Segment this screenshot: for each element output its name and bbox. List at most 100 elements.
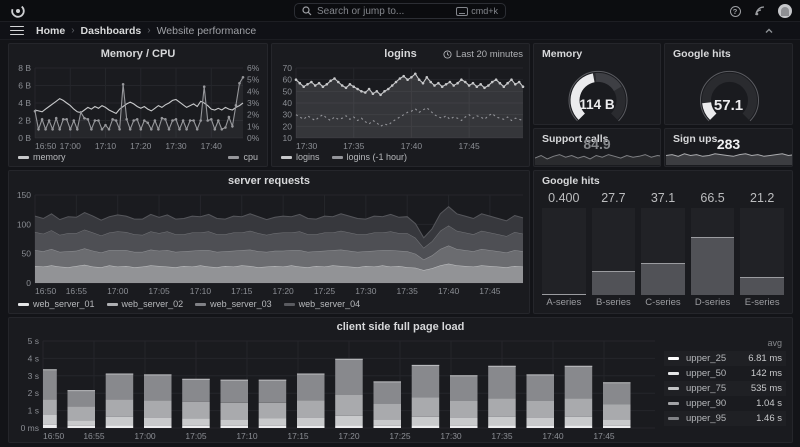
bar-gauge-label: E-series bbox=[744, 297, 780, 308]
bar-gauge-track bbox=[641, 208, 685, 295]
panel-title[interactable]: Memory / CPU bbox=[9, 48, 267, 60]
stat-value: 84.9 bbox=[583, 136, 611, 152]
legend-table-row[interactable]: upper_50 142 ms bbox=[664, 366, 786, 381]
legend-swatch bbox=[195, 302, 207, 306]
legend-avg-value: 6.81 ms bbox=[748, 353, 782, 364]
panel-sign-ups: Sign ups 283 bbox=[664, 128, 793, 167]
svg-text:17:15: 17:15 bbox=[287, 431, 309, 441]
legend-item[interactable]: memory bbox=[18, 152, 66, 162]
svg-text:16:50: 16:50 bbox=[35, 286, 57, 296]
news-icon[interactable] bbox=[753, 4, 767, 18]
memory-gauge[interactable] bbox=[534, 62, 661, 122]
legend-table-row[interactable]: upper_25 6.81 ms bbox=[664, 351, 786, 366]
svg-text:70: 70 bbox=[283, 64, 293, 73]
panel-title[interactable]: Google hits bbox=[542, 175, 600, 187]
bar-gauge-column[interactable]: 66.5 D-series bbox=[690, 191, 735, 308]
svg-text:4 B: 4 B bbox=[18, 98, 31, 108]
search-input[interactable] bbox=[317, 5, 452, 17]
legend-swatch bbox=[18, 302, 29, 306]
legend-table-row[interactable]: upper_95 1.46 s bbox=[664, 411, 786, 426]
bar-gauge-column[interactable]: 0.400 A-series bbox=[542, 191, 586, 308]
bar-gauge-fill bbox=[542, 294, 586, 295]
svg-text:10: 10 bbox=[283, 133, 293, 143]
logins-chart[interactable]: 1020304050607017:30 17:35 17:40 17:45 bbox=[272, 64, 530, 152]
bar-gauge-grid[interactable]: 0.400 A-series 27.7 B-series 37.1 C-series 66.… bbox=[542, 191, 784, 308]
bar-gauge-fill bbox=[740, 276, 784, 295]
legend-avg-value: 1.04 s bbox=[756, 398, 782, 409]
svg-text:2 s: 2 s bbox=[28, 388, 39, 398]
panel-support-calls: Support calls 84.9 bbox=[533, 128, 661, 167]
breadcrumb: Home › Dashboards › Website performance bbox=[36, 25, 256, 37]
chevron-up-icon[interactable] bbox=[764, 26, 774, 36]
bar-gauge-column[interactable]: 21.2 E-series bbox=[740, 191, 784, 308]
user-avatar[interactable] bbox=[778, 4, 792, 18]
svg-text:1 s: 1 s bbox=[28, 406, 39, 416]
legend-item[interactable]: web_server_02 bbox=[106, 299, 183, 309]
legend-table-row[interactable]: upper_90 1.04 s bbox=[664, 396, 786, 411]
breadcrumb-dashboards[interactable]: Dashboards bbox=[81, 25, 142, 37]
page-load-chart[interactable]: 0 ms 1 s 2 s 3 s 4 s 5 s 16:50 16:55 17:00 17:05 1… bbox=[9, 335, 661, 442]
svg-text:17:10: 17:10 bbox=[190, 286, 212, 296]
keyboard-icon bbox=[456, 6, 469, 16]
menu-icon[interactable] bbox=[10, 25, 24, 36]
legend-swatch bbox=[668, 372, 679, 375]
bar-gauge-track bbox=[740, 208, 784, 295]
svg-text:17:00: 17:00 bbox=[134, 431, 156, 441]
panel-title[interactable]: Google hits bbox=[673, 48, 731, 60]
legend-swatch bbox=[331, 155, 343, 159]
svg-text:1%: 1% bbox=[247, 121, 260, 131]
svg-text:3%: 3% bbox=[247, 98, 260, 108]
topbar-actions: ? bbox=[728, 0, 792, 22]
bar-gauge-column[interactable]: 27.7 B-series bbox=[591, 191, 636, 308]
breadcrumb-home[interactable]: Home bbox=[36, 25, 65, 37]
legend-item[interactable]: cpu bbox=[228, 152, 258, 162]
svg-text:0%: 0% bbox=[247, 133, 260, 143]
svg-text:17:45: 17:45 bbox=[479, 286, 501, 296]
svg-text:150: 150 bbox=[17, 191, 31, 200]
clock-icon bbox=[443, 50, 452, 59]
svg-text:17:30: 17:30 bbox=[440, 431, 462, 441]
svg-text:30: 30 bbox=[283, 110, 293, 120]
svg-text:17:45: 17:45 bbox=[593, 431, 615, 441]
legend-label: cpu bbox=[243, 152, 258, 162]
bar-gauge-track bbox=[591, 208, 636, 295]
legend-swatch bbox=[668, 417, 679, 420]
svg-text:17:05: 17:05 bbox=[148, 286, 170, 296]
panel-title[interactable]: client side full page load bbox=[9, 321, 792, 333]
legend-table-row[interactable]: upper_75 535 ms bbox=[664, 381, 786, 396]
time-range-indicator[interactable]: Last 20 minutes bbox=[443, 49, 523, 60]
server-requests-chart[interactable]: 0 50 100 150 16:50 16:55 17:00 17:05 17:10 17:15 1… bbox=[9, 191, 530, 297]
search-bar[interactable]: cmd+k bbox=[294, 3, 506, 19]
panel-title[interactable]: server requests bbox=[9, 175, 529, 187]
help-icon[interactable]: ? bbox=[728, 4, 742, 18]
svg-text:6 B: 6 B bbox=[18, 81, 31, 91]
bar-gauge-label: A-series bbox=[546, 297, 582, 308]
svg-text:16:55: 16:55 bbox=[66, 286, 88, 296]
breadcrumb-separator: › bbox=[147, 25, 151, 36]
legend-swatch bbox=[283, 302, 295, 306]
svg-text:100: 100 bbox=[17, 219, 31, 229]
breadcrumb-separator: › bbox=[71, 25, 75, 36]
legend-swatch bbox=[106, 302, 118, 306]
bar-gauge-column[interactable]: 37.1 C-series bbox=[641, 191, 685, 308]
panel-title[interactable]: Memory bbox=[542, 48, 582, 60]
panel-page-load: client side full page load 0 ms 1 s 2 s 3 s… bbox=[8, 317, 793, 443]
svg-text:17:25: 17:25 bbox=[314, 286, 336, 296]
chart-legend: logins logins (-1 hour) bbox=[272, 150, 529, 164]
legend-item[interactable]: web_server_03 bbox=[195, 299, 272, 309]
panel-logins: logins Last 20 minutes 10 20 30 40 50 60 70 17:… bbox=[271, 43, 530, 167]
legend-item[interactable]: web_server_01 bbox=[18, 299, 95, 309]
legend-item[interactable]: web_server_04 bbox=[283, 299, 360, 309]
gauge-value: 57.1 bbox=[713, 97, 744, 114]
bar-gauge-value: 0.400 bbox=[548, 191, 580, 205]
grafana-logo[interactable] bbox=[10, 3, 26, 19]
memory-cpu-chart[interactable]: 0 B2 B4 B6 B8 B0%1%2%3%4%5%6%16:50 17:00 1… bbox=[9, 64, 268, 152]
legend-item[interactable]: logins bbox=[281, 152, 320, 162]
svg-text:17:40: 17:40 bbox=[542, 431, 564, 441]
keyboard-shortcut: cmd+k bbox=[456, 6, 498, 16]
search-icon bbox=[302, 6, 312, 16]
svg-text:6%: 6% bbox=[247, 64, 260, 73]
legend-series-name: upper_95 bbox=[686, 413, 727, 424]
legend-item[interactable]: logins (-1 hour) bbox=[331, 152, 407, 162]
svg-text:2%: 2% bbox=[247, 110, 260, 120]
